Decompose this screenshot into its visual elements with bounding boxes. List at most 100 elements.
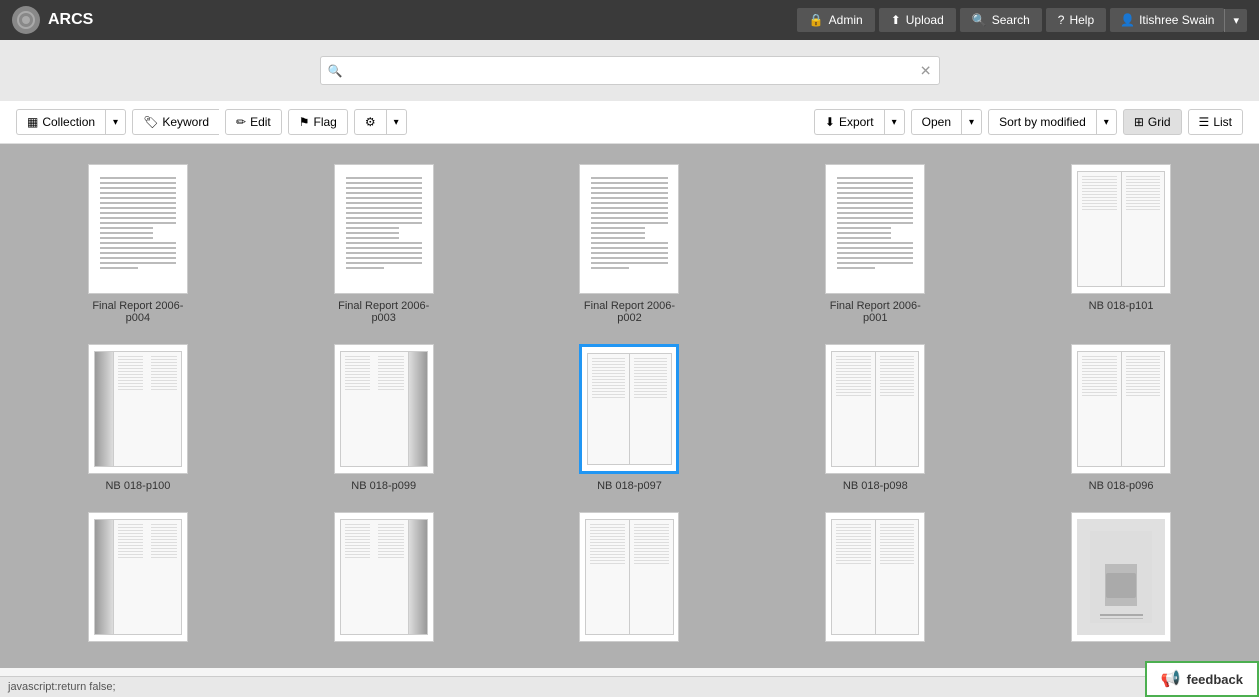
collection-caret[interactable]: ▾: [105, 109, 126, 135]
toolbar-right: ⬇ Export ▾ Open ▾ Sort by modified ▾ ⊞ G…: [814, 109, 1243, 135]
item-label: Final Report 2006-p002: [574, 300, 684, 324]
thumbnail[interactable]: [825, 344, 925, 474]
export-button[interactable]: ⬇ Export: [814, 109, 884, 135]
user-name-button[interactable]: 👤 Itishree Swain: [1110, 8, 1224, 32]
thumbnail[interactable]: [1071, 512, 1171, 642]
grid-item[interactable]: Final Report 2006-p002: [522, 164, 738, 324]
settings-dropdown: ⚙ ▾: [354, 109, 407, 135]
item-label: NB 018-p096: [1089, 480, 1154, 492]
thumbnail[interactable]: [825, 164, 925, 294]
thumbnail[interactable]: [1071, 164, 1171, 294]
thumbnail[interactable]: [825, 512, 925, 642]
collection-dropdown: ▦ Collection ▾: [16, 109, 126, 135]
brand-name: ARCS: [48, 11, 93, 29]
user-menu: 👤 Itishree Swain ▾: [1110, 8, 1247, 32]
list-icon: ☰: [1199, 115, 1210, 129]
thumbnail[interactable]: [88, 164, 188, 294]
navbar: ARCS 🔒 Admin ⬆ Upload 🔍 Search ? Help 👤 …: [0, 0, 1259, 40]
grid-view: Final Report 2006-p004 Final Report 2006…: [30, 164, 1229, 648]
feedback-icon: 📢: [1161, 669, 1181, 689]
grid-item[interactable]: Final Report 2006-p004: [30, 164, 246, 324]
grid-item[interactable]: NB 018-p096: [1013, 344, 1229, 492]
navbar-actions: 🔒 Admin ⬆ Upload 🔍 Search ? Help 👤 Itish…: [797, 8, 1247, 32]
grid-item[interactable]: [767, 512, 983, 648]
grid-item[interactable]: NB 018-p098: [767, 344, 983, 492]
thumbnail[interactable]: [88, 344, 188, 474]
feedback-label: feedback: [1187, 672, 1243, 687]
search-icon: 🔍: [972, 13, 987, 27]
export-caret[interactable]: ▾: [884, 109, 905, 135]
main-content: Final Report 2006-p004 Final Report 2006…: [0, 144, 1259, 668]
user-dropdown-caret[interactable]: ▾: [1224, 9, 1247, 32]
tag-icon: 🏷: [143, 115, 158, 129]
grid-item[interactable]: [522, 512, 738, 648]
admin-button[interactable]: 🔒 Admin: [797, 8, 875, 32]
brand-icon: [12, 6, 40, 34]
grid-item[interactable]: NB 018-p099: [276, 344, 492, 492]
grid-item[interactable]: Final Report 2006-p001: [767, 164, 983, 324]
keyword-button[interactable]: 🏷 Keyword: [132, 109, 219, 135]
thumbnail[interactable]: [579, 512, 679, 642]
grid-view-button[interactable]: ⊞ Grid: [1123, 109, 1182, 135]
sort-caret[interactable]: ▾: [1096, 109, 1117, 135]
help-button[interactable]: ? Help: [1046, 8, 1106, 32]
brand: ARCS: [12, 6, 93, 34]
export-dropdown: ⬇ Export ▾: [814, 109, 905, 135]
edit-button[interactable]: ✏ Edit: [225, 109, 282, 135]
feedback-button[interactable]: 📢 feedback: [1145, 661, 1259, 697]
upload-icon: ⬆: [891, 13, 901, 27]
collection-button[interactable]: ▦ Collection: [16, 109, 105, 135]
open-caret[interactable]: ▾: [961, 109, 982, 135]
thumbnail[interactable]: [579, 344, 679, 474]
thumbnail[interactable]: [334, 344, 434, 474]
status-bar: javascript:return false;: [0, 676, 1259, 697]
pencil-icon: ✏: [236, 115, 246, 129]
help-icon: ?: [1058, 13, 1065, 27]
search-box: 🔍 ✕: [320, 56, 940, 85]
sort-dropdown: Sort by modified ▾: [988, 109, 1117, 135]
grid-item[interactable]: NB 018-p100: [30, 344, 246, 492]
toolbar-left: ▦ Collection ▾ 🏷 Keyword ✏ Edit ⚑ Flag ⚙…: [16, 109, 407, 135]
open-button[interactable]: Open: [911, 109, 961, 135]
thumbnail[interactable]: [334, 164, 434, 294]
grid-icon: ⊞: [1134, 115, 1144, 129]
search-clear-icon[interactable]: ✕: [920, 62, 932, 79]
list-view-button[interactable]: ☰ List: [1188, 109, 1243, 135]
thumbnail[interactable]: [88, 512, 188, 642]
admin-icon: 🔒: [809, 13, 824, 27]
grid-item[interactable]: [1013, 512, 1229, 648]
thumbnail[interactable]: [1071, 344, 1171, 474]
user-icon: 👤: [1120, 13, 1135, 27]
search-button[interactable]: 🔍 Search: [960, 8, 1042, 32]
search-area: 🔍 ✕: [0, 40, 1259, 101]
item-label: NB 018-p099: [351, 480, 416, 492]
gear-icon: ⚙: [365, 115, 376, 129]
grid-item[interactable]: [30, 512, 246, 648]
search-input[interactable]: [320, 56, 940, 85]
open-dropdown: Open ▾: [911, 109, 982, 135]
settings-button[interactable]: ⚙: [354, 109, 386, 135]
grid-item[interactable]: [276, 512, 492, 648]
grid-item[interactable]: NB 018-p101: [1013, 164, 1229, 324]
arcs-logo: [16, 10, 36, 30]
settings-caret[interactable]: ▾: [386, 109, 407, 135]
keyword-dropdown: 🏷 Keyword: [132, 109, 219, 135]
item-label: Final Report 2006-p001: [820, 300, 930, 324]
item-label: NB 018-p097: [597, 480, 662, 492]
export-icon: ⬇: [825, 115, 835, 129]
item-label: NB 018-p100: [105, 480, 170, 492]
item-label: Final Report 2006-p003: [329, 300, 439, 324]
search-input-icon: 🔍: [328, 64, 343, 78]
thumbnail[interactable]: [579, 164, 679, 294]
js-status-text: javascript:return false;: [8, 681, 116, 693]
item-label: Final Report 2006-p004: [83, 300, 193, 324]
thumbnail[interactable]: [334, 512, 434, 642]
collection-icon: ▦: [27, 115, 38, 129]
sort-button[interactable]: Sort by modified: [988, 109, 1096, 135]
toolbar: ▦ Collection ▾ 🏷 Keyword ✏ Edit ⚑ Flag ⚙…: [0, 101, 1259, 144]
item-label: NB 018-p101: [1089, 300, 1154, 312]
grid-item[interactable]: Final Report 2006-p003: [276, 164, 492, 324]
grid-item[interactable]: NB 018-p097: [522, 344, 738, 492]
flag-button[interactable]: ⚑ Flag: [288, 109, 348, 135]
upload-button[interactable]: ⬆ Upload: [879, 8, 956, 32]
